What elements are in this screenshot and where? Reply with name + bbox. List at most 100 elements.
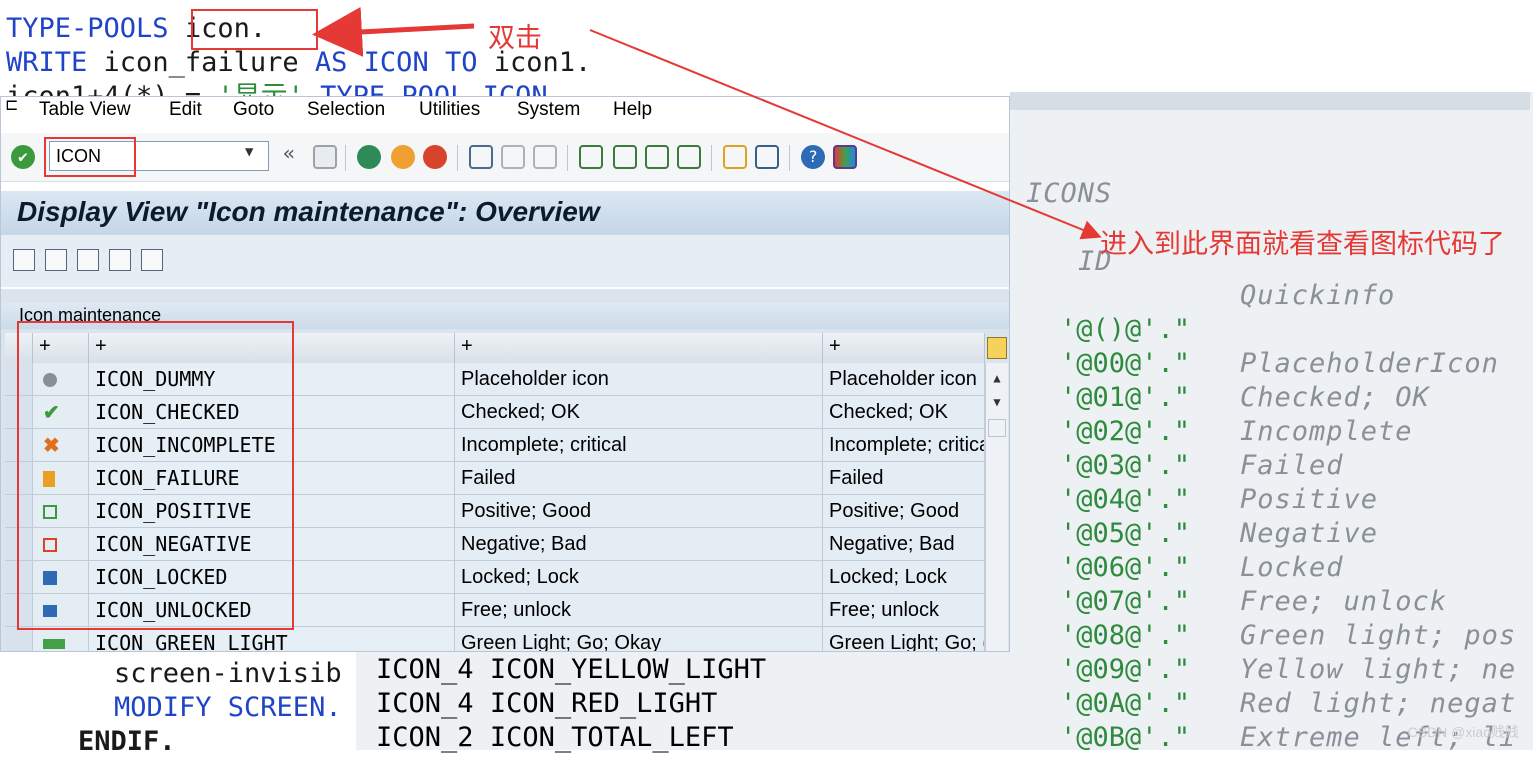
description-cell: Failed [455, 462, 823, 495]
type-pool-id: '@0B@'." [1060, 722, 1191, 753]
last-page-icon[interactable] [677, 145, 701, 169]
type-pool-id: '@06@'." [1060, 552, 1191, 583]
select-all-icon[interactable] [45, 249, 67, 271]
enter-icon[interactable]: ✔ [11, 145, 35, 169]
scroll-down-icon[interactable]: ▼ [988, 393, 1006, 411]
code-line-bottom-2: MODIFY SCREEN. [114, 692, 342, 723]
column-settings-icon[interactable] [987, 337, 1007, 359]
chevron-down-icon[interactable]: ▼ [245, 144, 253, 160]
toolbar-separator [345, 145, 346, 171]
menu-bar: ⊏ Table View Edit Goto Selection Utiliti… [1, 97, 1009, 133]
display-change-icon[interactable] [13, 249, 35, 271]
quickinfo-cell: Locked; Lock [823, 561, 985, 594]
type-pool-id: '@09@'." [1060, 654, 1191, 685]
menu-help[interactable]: Help [613, 99, 652, 121]
type-pool-title: ICONS [1026, 178, 1113, 209]
shortcut-icon[interactable] [755, 145, 779, 169]
row-selector[interactable] [5, 627, 33, 651]
code-line-bottom-3: ENDIF. [78, 726, 176, 757]
help-icon[interactable]: ? [801, 145, 825, 169]
type-pool-id: '@()@'." [1060, 314, 1191, 345]
type-pool-quickinfo: Incomplete [1240, 416, 1413, 447]
column-header-quickinfo[interactable]: + [823, 333, 985, 363]
collapse-icon[interactable]: « [283, 141, 295, 165]
type-pool-quickinfo: Checked; OK [1240, 382, 1430, 413]
bottom-row-col2: ICON_YELLOW_LIGHT [489, 654, 767, 685]
icon-cell [33, 627, 89, 651]
toolbar-separator [711, 145, 712, 171]
description-cell: Locked; Lock [455, 561, 823, 594]
bottom-row-col1: ICON_2 [376, 722, 474, 753]
select-block-icon[interactable] [77, 249, 99, 271]
menu-utilities[interactable]: Utilities [419, 99, 480, 121]
description-cell: Negative; Bad [455, 528, 823, 561]
type-pool-id: '@0A@'." [1060, 688, 1191, 719]
type-pool-quickinfo: Free; unlock [1240, 586, 1448, 617]
window-menu-icon[interactable]: ⊏ [5, 97, 18, 115]
bottom-row-col2: ICON_TOTAL_LEFT [489, 722, 734, 753]
annotation-double-click: 双击 [488, 23, 542, 54]
print-icon[interactable] [469, 145, 493, 169]
table-row[interactable]: ICON_GREEN_LIGHT Green Light; Go; Okay Gre… [5, 627, 985, 651]
keyword-type-pools: TYPE-POOLS [6, 13, 169, 44]
highlight-box-type-pool [191, 9, 318, 50]
toolbar-separator [457, 145, 458, 171]
scroll-up-icon[interactable]: ▲ [988, 369, 1006, 387]
save-icon[interactable] [313, 145, 337, 169]
type-pool-id: '@00@'." [1060, 348, 1191, 379]
new-session-icon[interactable] [723, 145, 747, 169]
menu-selection[interactable]: Selection [307, 99, 385, 121]
watermark: CSDN @xiao贱贱 [1407, 724, 1519, 740]
type-pool-id: '@01@'." [1060, 382, 1191, 413]
quickinfo-cell: Positive; Good [823, 495, 985, 528]
bottom-row-col1: ICON_4 [376, 688, 474, 719]
quickinfo-cell: Checked; OK [823, 396, 985, 429]
first-page-icon[interactable] [579, 145, 603, 169]
exit-icon[interactable] [391, 145, 415, 169]
application-toolbar [1, 235, 1009, 287]
type-pool-id: '@05@'." [1060, 518, 1191, 549]
type-pool-quickinfo: Yellow light; ne [1240, 654, 1517, 685]
bottom-row-col2: ICON_RED_LIGHT [489, 688, 718, 719]
standard-toolbar: ✔ ICON ▼ « ? [1, 133, 1009, 182]
code-arg: icon_failure [103, 47, 299, 78]
col-quickinfo-header: Quickinfo [1240, 280, 1396, 311]
back-icon[interactable] [357, 145, 381, 169]
menu-system[interactable]: System [517, 99, 580, 121]
description-cell: Free; unlock [455, 594, 823, 627]
previous-page-icon[interactable] [613, 145, 637, 169]
quickinfo-cell: Placeholder icon [823, 363, 985, 396]
find-next-icon[interactable] [533, 145, 557, 169]
print-list-icon[interactable] [141, 249, 163, 271]
quickinfo-cell: Incomplete; critica [823, 429, 985, 462]
menu-table-view[interactable]: Table View [39, 99, 131, 121]
highlight-box-icons [17, 321, 294, 630]
customize-layout-icon[interactable] [833, 145, 857, 169]
menu-goto[interactable]: Goto [233, 99, 274, 121]
find-icon[interactable] [501, 145, 525, 169]
arrow-to-type-pool [312, 6, 475, 57]
description-cell: Incomplete; critical [455, 429, 823, 462]
type-pool-quickinfo: Green light; pos [1240, 620, 1517, 651]
keyword-icon: ICON [363, 47, 429, 78]
quickinfo-cell: Failed [823, 462, 985, 495]
type-pool-panel-header [1010, 92, 1530, 110]
cancel-icon[interactable] [423, 145, 447, 169]
type-pool-quickinfo: Red light; negat [1240, 688, 1517, 719]
toolbar-separator [567, 145, 568, 171]
next-page-icon[interactable] [645, 145, 669, 169]
type-pool-id: '@08@'." [1060, 620, 1191, 651]
bottom-row-col1: ICON_4 [376, 654, 474, 685]
scroll-thumb[interactable] [988, 419, 1006, 437]
type-pool-id: '@02@'." [1060, 416, 1191, 447]
type-pool-id: '@03@'." [1060, 450, 1191, 481]
keyword-write: WRITE [6, 47, 88, 78]
column-header-desc[interactable]: + [455, 333, 823, 363]
green-light-icon [43, 638, 65, 649]
quickinfo-cell: Negative; Bad [823, 528, 985, 561]
page-title: Display View "Icon maintenance": Overvie… [17, 196, 600, 227]
menu-edit[interactable]: Edit [169, 99, 202, 121]
vertical-scrollbar[interactable]: ▲ ▼ [985, 363, 1008, 651]
bottom-row: ICON_4 ICON_YELLOW_LIGHT [376, 654, 766, 685]
deselect-all-icon[interactable] [109, 249, 131, 271]
